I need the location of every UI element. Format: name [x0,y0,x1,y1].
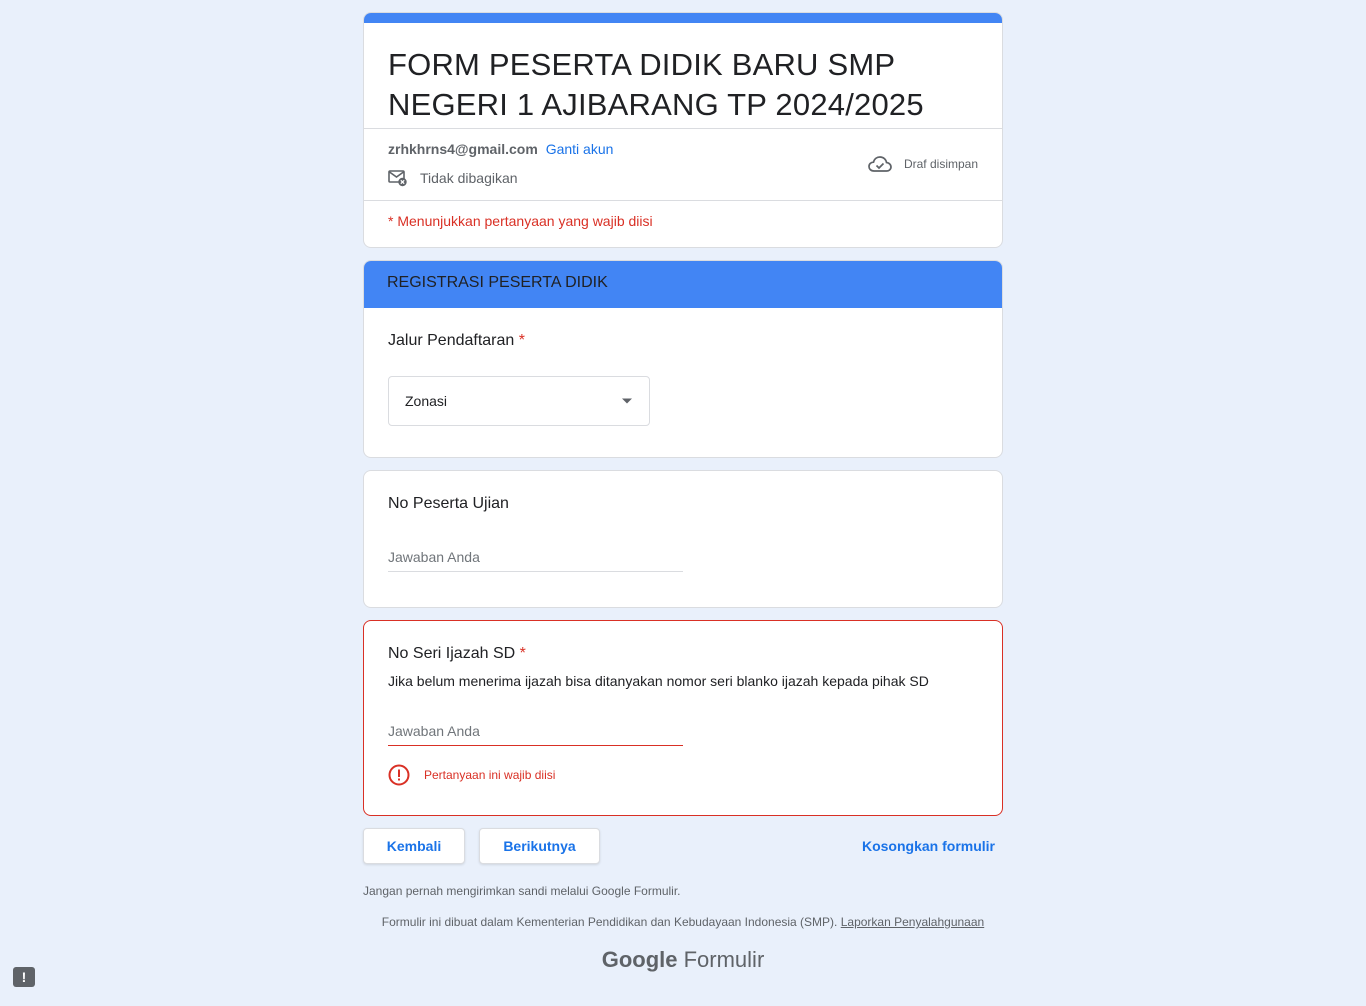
cloud-check-icon [868,156,892,172]
not-shared-status: Tidak dibagikan [388,169,518,187]
section-card: REGISTRASI PESERTA DIDIK Jalur Pendaftar… [363,260,1003,458]
section-title: REGISTRASI PESERTA DIDIK [364,261,1002,308]
google-forms-logo: Google Formulir [363,947,1003,973]
form-title: FORM PESERTA DIDIK BARU SMP NEGERI 1 AJI… [388,47,924,122]
forms-wordmark: Formulir [683,947,765,972]
question-no-seri-ijazah: No Seri Ijazah SD * Jika belum menerima … [363,620,1003,816]
validation-error: Pertanyaan ini wajib diisi [388,764,978,786]
form-actions: Kembali Berikutnya Kosongkan formulir [363,828,1003,866]
required-asterisk: * [519,645,526,662]
form-header-card: FORM PESERTA DIDIK BARU SMP NEGERI 1 AJI… [363,12,1003,248]
back-button[interactable]: Kembali [363,828,465,864]
question-label: No Seri Ijazah SD [388,645,516,662]
required-asterisk: * [518,332,525,349]
account-email: zrhkhrns4@gmail.com [388,141,538,157]
draft-status: Draf disimpan [868,155,978,173]
clear-form-button[interactable]: Kosongkan formulir [862,838,995,854]
error-label: Pertanyaan ini wajib diisi [424,768,556,782]
feedback-icon[interactable]: ! [13,967,35,987]
report-abuse-link[interactable]: Laporkan Penyalahgunaan [841,915,984,929]
registration-path-select[interactable]: Zonasi [388,376,650,426]
next-button[interactable]: Berikutnya [479,828,600,864]
password-warning: Jangan pernah mengirimkan sandi melalui … [363,884,681,898]
switch-account-link[interactable]: Ganti akun [546,141,614,157]
not-shared-label: Tidak dibagikan [420,170,518,186]
question-description: Jika belum menerima ijazah bisa ditanyak… [388,673,929,689]
error-icon [388,764,410,786]
question-title: No Peserta Ujian [388,495,509,512]
question-title: No Seri Ijazah SD * [388,645,978,663]
question-label: Jalur Pendaftaran [388,332,515,349]
google-wordmark: Google [601,947,678,972]
select-value: Zonasi [405,393,448,409]
diploma-serial-input[interactable] [388,719,683,746]
made-in-text: Formulir ini dibuat dalam Kementerian Pe… [381,915,838,929]
account-email-row: zrhkhrns4@gmail.com Ganti akun [388,141,613,157]
form-container: FORM PESERTA DIDIK BARU SMP NEGERI 1 AJI… [363,12,1003,973]
header-accent-bar [364,13,1002,23]
made-in-note: Formulir ini dibuat dalam Kementerian Pe… [363,915,1003,929]
exam-number-input[interactable] [388,545,683,572]
question-no-peserta: No Peserta Ujian [363,470,1003,608]
dropdown-arrow-icon [622,398,632,404]
mail-off-icon [388,170,407,187]
account-bar: zrhkhrns4@gmail.com Ganti akun Tidak dib… [364,129,1002,200]
draft-status-label: Draf disimpan [903,157,978,171]
question-title: Jalur Pendaftaran * [388,332,978,350]
required-note: * Menunjukkan pertanyaan yang wajib diis… [388,213,653,229]
question-jalur: Jalur Pendaftaran * Zonasi [364,308,1002,450]
